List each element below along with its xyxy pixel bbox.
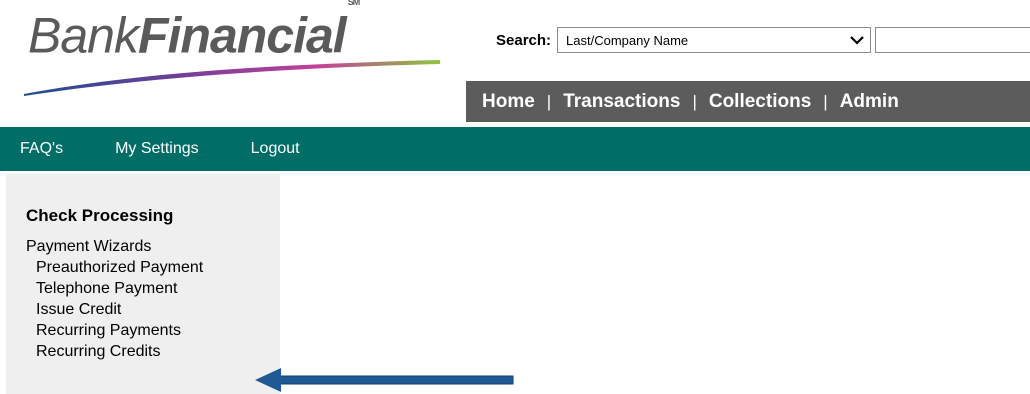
search-label: Search: (496, 31, 552, 49)
search-input[interactable] (875, 27, 1030, 53)
sidebar-item-issue-credit[interactable]: Issue Credit (26, 299, 280, 320)
nav-separator: | (823, 91, 828, 111)
sidebar: Check Processing Payment Wizards Preauth… (6, 174, 280, 394)
nav-admin[interactable]: Admin (840, 91, 899, 113)
sidebar-heading: Check Processing (26, 206, 174, 225)
nav-transactions[interactable]: Transactions (563, 91, 680, 113)
nav-logout[interactable]: Logout (251, 140, 300, 158)
search-bar: Search: Last/Company Name (496, 26, 1030, 54)
search-type-value: Last/Company Name (566, 32, 689, 48)
logo-swoosh (24, 60, 440, 96)
bankfinancial-logo[interactable]: BankFinancialSM (22, 0, 462, 102)
nav-separator: | (692, 91, 697, 111)
arrow-left-icon (255, 368, 514, 392)
sidebar-item-recurring-credits[interactable]: Recurring Credits (26, 341, 280, 362)
nav-faqs[interactable]: FAQ's (20, 140, 63, 158)
secondary-navigation: FAQ's My Settings Logout (0, 127, 1030, 171)
nav-my-settings[interactable]: My Settings (115, 140, 199, 158)
nav-separator: | (546, 91, 552, 111)
sidebar-item-preauthorized-payment[interactable]: Preauthorized Payment (26, 257, 280, 278)
sidebar-group-payment-wizards[interactable]: Payment Wizards (26, 236, 280, 257)
nav-home[interactable]: Home (482, 91, 535, 113)
sidebar-item-telephone-payment[interactable]: Telephone Payment (26, 278, 280, 299)
sidebar-item-recurring-payments[interactable]: Recurring Payments (26, 320, 280, 341)
top-navigation: Home | Transactions | Collections | Admi… (466, 81, 1030, 122)
search-type-select[interactable]: Last/Company Name (557, 27, 872, 53)
chevron-down-icon (850, 32, 864, 48)
nav-collections[interactable]: Collections (709, 91, 811, 113)
